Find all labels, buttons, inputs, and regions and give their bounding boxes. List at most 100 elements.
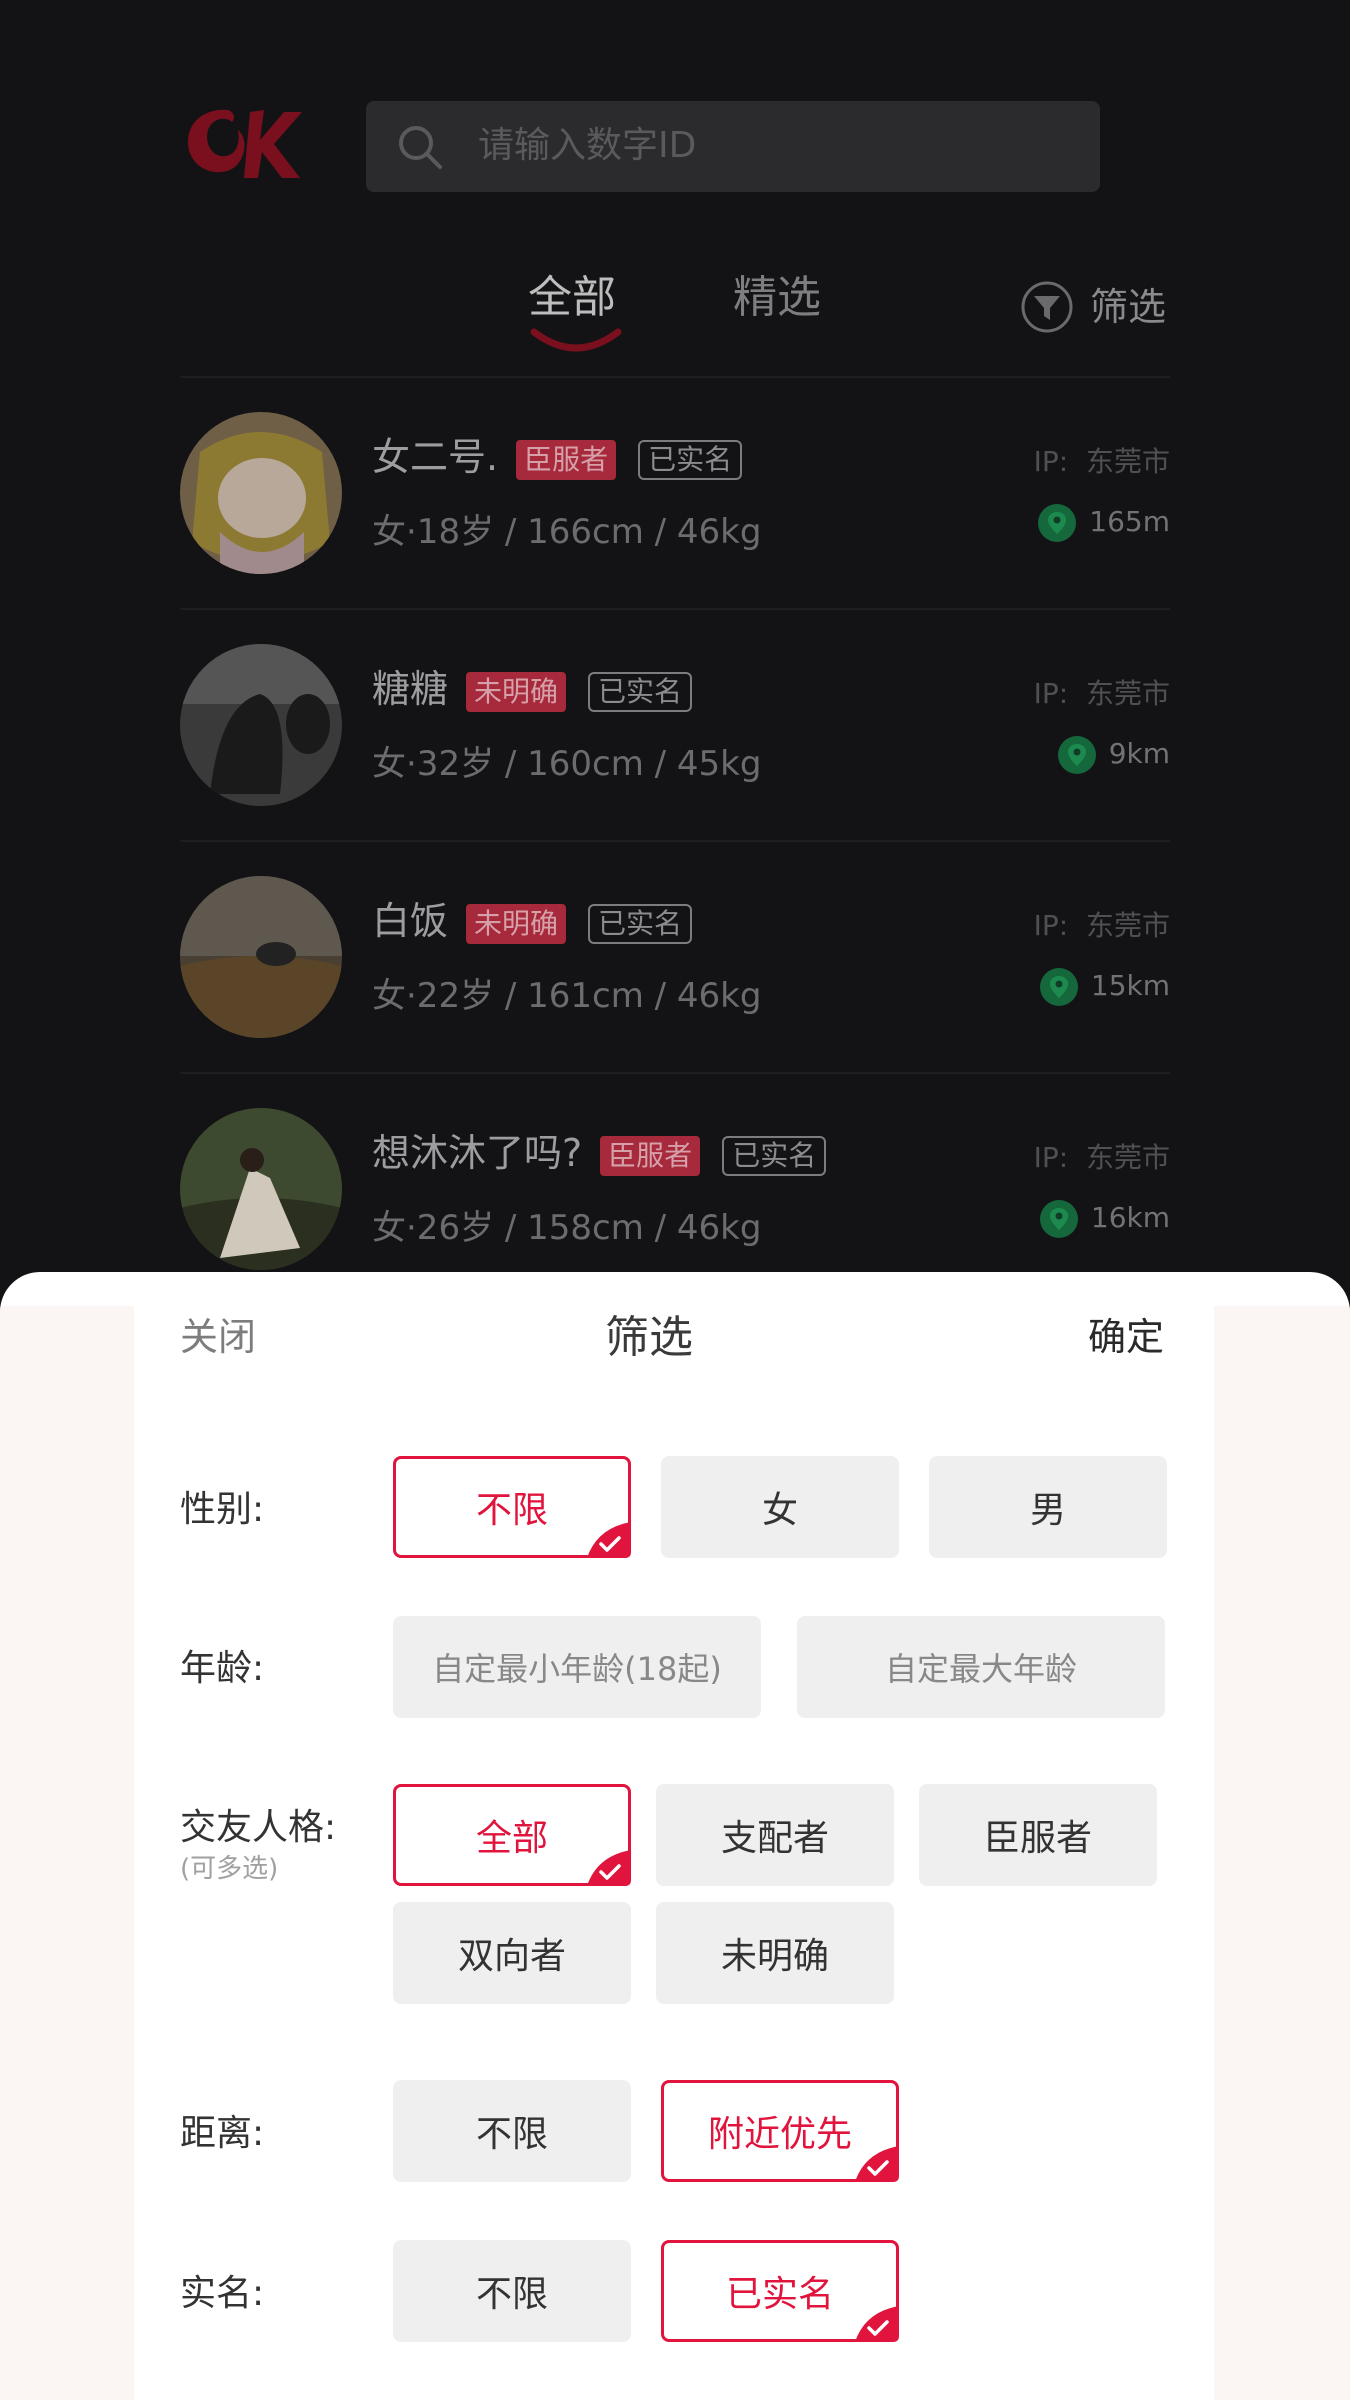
ip-location: IP: 东莞市 [1034,676,1170,712]
user-meta: 女·26岁 / 158cm / 46kg [372,1208,762,1248]
age-min-input[interactable]: 自定最小年龄(18起) [393,1616,761,1718]
avatar [180,1108,342,1270]
user-name-text: 白饭 [372,899,449,943]
option-label: 双向者 [457,1936,566,1977]
app-logo [188,109,302,178]
gender-option-male[interactable]: 男 [929,1456,1167,1558]
ip-label: IP: [1033,445,1069,478]
sheet-title: 筛选 [605,1312,693,1363]
user-name: 糖糖 未明确 已实名 [372,664,693,714]
user-name-text: 女二号. [372,435,499,479]
ip-location: IP: 东莞市 [1034,1140,1170,1176]
user-row[interactable]: 糖糖 未明确 已实名 女·32岁 / 160cm / 45kg IP: 东莞市 9k… [180,612,1170,844]
user-name: 想沐沐了吗? 臣服者 已实名 [372,1128,827,1178]
check-corner-icon [587,1522,631,1558]
option-label: 女 [761,1490,798,1531]
persona-option-dominant[interactable]: 支配者 [656,1784,894,1886]
divider [180,608,1170,610]
avatar [180,644,342,806]
ip-city: 东莞市 [1085,1141,1170,1174]
user-name: 白饭 未明确 已实名 [372,896,693,946]
persona-hint: (可多选) [180,1854,279,1884]
role-badge: 臣服者 [600,1135,701,1176]
tab-active-indicator [530,328,622,352]
location-pin-icon [1057,736,1096,774]
avatar [180,876,342,1038]
confirm-button[interactable]: 确定 [1088,1312,1164,1362]
user-name-text: 想沐沐了吗? [372,1131,583,1175]
user-name-text: 糖糖 [372,667,449,711]
option-label: 不限 [475,1490,548,1531]
role-badge: 臣服者 [516,439,617,480]
distance-value: 165m [1089,505,1170,538]
tab-all[interactable]: 全部 [528,270,616,326]
filter-label: 筛选 [1090,285,1167,329]
distance: 165m [1037,502,1170,543]
check-corner-icon [855,2146,899,2182]
persona-option-all[interactable]: 全部 [393,1784,631,1886]
user-row[interactable]: 白饭 未明确 已实名 女·22岁 / 161cm / 46kg IP: 东莞市 15… [180,844,1170,1076]
user-meta: 女·18岁 / 166cm / 46kg [372,512,762,552]
distance: 9km [1057,734,1170,775]
tab-featured[interactable]: 精选 [733,270,821,326]
sheet-side-margin [0,1306,134,2400]
distance-value: 16km [1090,1201,1170,1234]
distance-value: 9km [1108,737,1170,770]
avatar [180,412,342,574]
age-max-input[interactable]: 自定最大年龄 [797,1616,1165,1718]
option-label: 附近优先 [707,2114,852,2155]
ip-label: IP: [1033,909,1069,942]
verified-badge: 已实名 [588,903,693,944]
location-pin-icon [1038,504,1077,542]
search-bar[interactable]: 请输入数字ID [366,101,1100,192]
persona-option-switch[interactable]: 双向者 [393,1902,631,2004]
close-button[interactable]: 关闭 [180,1312,256,1362]
check-corner-icon [587,1850,631,1886]
option-label: 男 [1029,1490,1066,1531]
persona-option-undefined[interactable]: 未明确 [656,1902,894,2004]
option-label: 臣服者 [983,1818,1092,1859]
distance-value: 15km [1090,969,1170,1002]
persona-label: 交友人格: [180,1807,337,1848]
realname-option-any[interactable]: 不限 [393,2240,631,2342]
distance-label: 距离: [180,2113,265,2154]
age-max-placeholder: 自定最大年龄 [884,1650,1077,1688]
gender-option-any[interactable]: 不限 [393,1456,631,1558]
option-label: 不限 [475,2274,548,2315]
gender-label: 性别: [180,1489,265,1530]
distance: 16km [1039,1198,1170,1239]
check-corner-icon [855,2306,899,2342]
option-label: 支配者 [720,1818,829,1859]
ip-label: IP: [1033,1141,1069,1174]
ip-label: IP: [1033,677,1069,710]
ip-location: IP: 东莞市 [1034,908,1170,944]
option-label: 未明确 [720,1936,829,1977]
funnel-icon [1021,281,1073,333]
verified-badge: 已实名 [588,671,693,712]
distance-option-nearby[interactable]: 附近优先 [661,2080,899,2182]
verified-badge: 已实名 [638,439,743,480]
option-label: 不限 [475,2114,548,2155]
ip-city: 东莞市 [1085,677,1170,710]
role-badge: 未明确 [466,671,567,712]
location-pin-icon [1039,1200,1078,1238]
divider [180,1072,1170,1074]
user-row[interactable]: 女二号. 臣服者 已实名 女·18岁 / 166cm / 46kg IP: 东莞市 … [180,380,1170,612]
user-name: 女二号. 臣服者 已实名 [372,432,743,482]
option-label: 已实名 [725,2274,834,2315]
persona-option-submissive[interactable]: 臣服者 [919,1784,1157,1886]
user-meta: 女·22岁 / 161cm / 46kg [372,976,762,1016]
age-min-placeholder: 自定最小年龄(18起) [432,1650,722,1688]
divider [180,840,1170,842]
ip-city: 东莞市 [1085,909,1170,942]
verified-badge: 已实名 [722,1135,827,1176]
divider [180,376,1170,378]
location-pin-icon [1039,968,1078,1006]
realname-option-verified[interactable]: 已实名 [661,2240,899,2342]
gender-option-female[interactable]: 女 [661,1456,899,1558]
distance: 15km [1039,966,1170,1007]
ip-city: 东莞市 [1085,445,1170,478]
sheet-side-margin [1214,1306,1350,2400]
realname-label: 实名: [180,2273,265,2314]
distance-option-any[interactable]: 不限 [393,2080,631,2182]
